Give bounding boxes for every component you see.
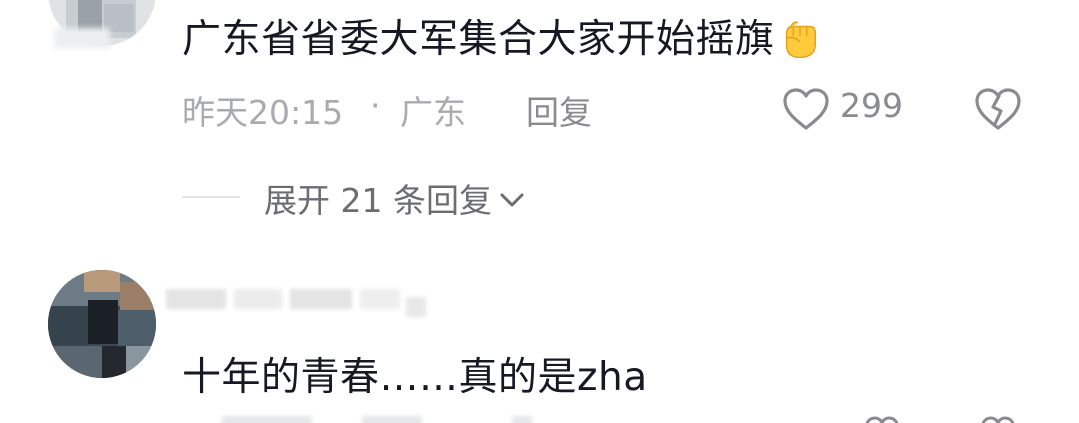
avatar-pixel — [48, 346, 102, 378]
avatar-pixel — [48, 306, 88, 346]
reply-button[interactable]: 回复 — [526, 86, 592, 134]
comment-body: 十年的青春……真的是zha — [182, 355, 648, 400]
expand-divider — [182, 196, 240, 198]
expand-replies-button[interactable]: 展开 21 条回复 — [264, 174, 526, 220]
broken-heart-icon[interactable] — [972, 86, 1024, 132]
comment-meta-cutoff — [182, 414, 542, 423]
like-count: 299 — [840, 86, 903, 125]
broken-heart-icon[interactable] — [974, 414, 1022, 423]
heart-outline-icon[interactable] — [858, 414, 906, 423]
comment-body: 广东省省委大军集合大家开始摇旗 — [182, 17, 775, 62]
comment-time: 昨天20:15 — [182, 93, 344, 132]
raised-fist-emoji — [785, 21, 816, 58]
avatar[interactable] — [48, 270, 156, 378]
comment-location: 广东 — [400, 93, 466, 132]
heart-outline-icon — [783, 88, 829, 130]
chevron-down-icon — [500, 193, 524, 206]
expand-replies-label: 展开 21 条回复 — [264, 181, 492, 220]
comment-text[interactable]: 十年的青春……真的是zha — [182, 346, 648, 402]
comment-text[interactable]: 广东省省委大军集合大家开始摇旗 — [182, 8, 823, 65]
avatar-pixel — [84, 270, 120, 292]
avatar-pixel — [120, 282, 156, 312]
comment-list: 广东省省委大军集合大家开始摇旗 昨天20:15 · 广东 回复 299 展开 2… — [0, 0, 1079, 423]
avatar-pixel — [126, 346, 156, 378]
blurred-username — [54, 28, 110, 48]
blurred-username — [160, 283, 430, 317]
avatar-pixel — [102, 346, 126, 378]
meta-separator: · — [370, 86, 381, 125]
avatar-pixel — [88, 300, 118, 344]
avatar-pixel — [118, 310, 156, 346]
